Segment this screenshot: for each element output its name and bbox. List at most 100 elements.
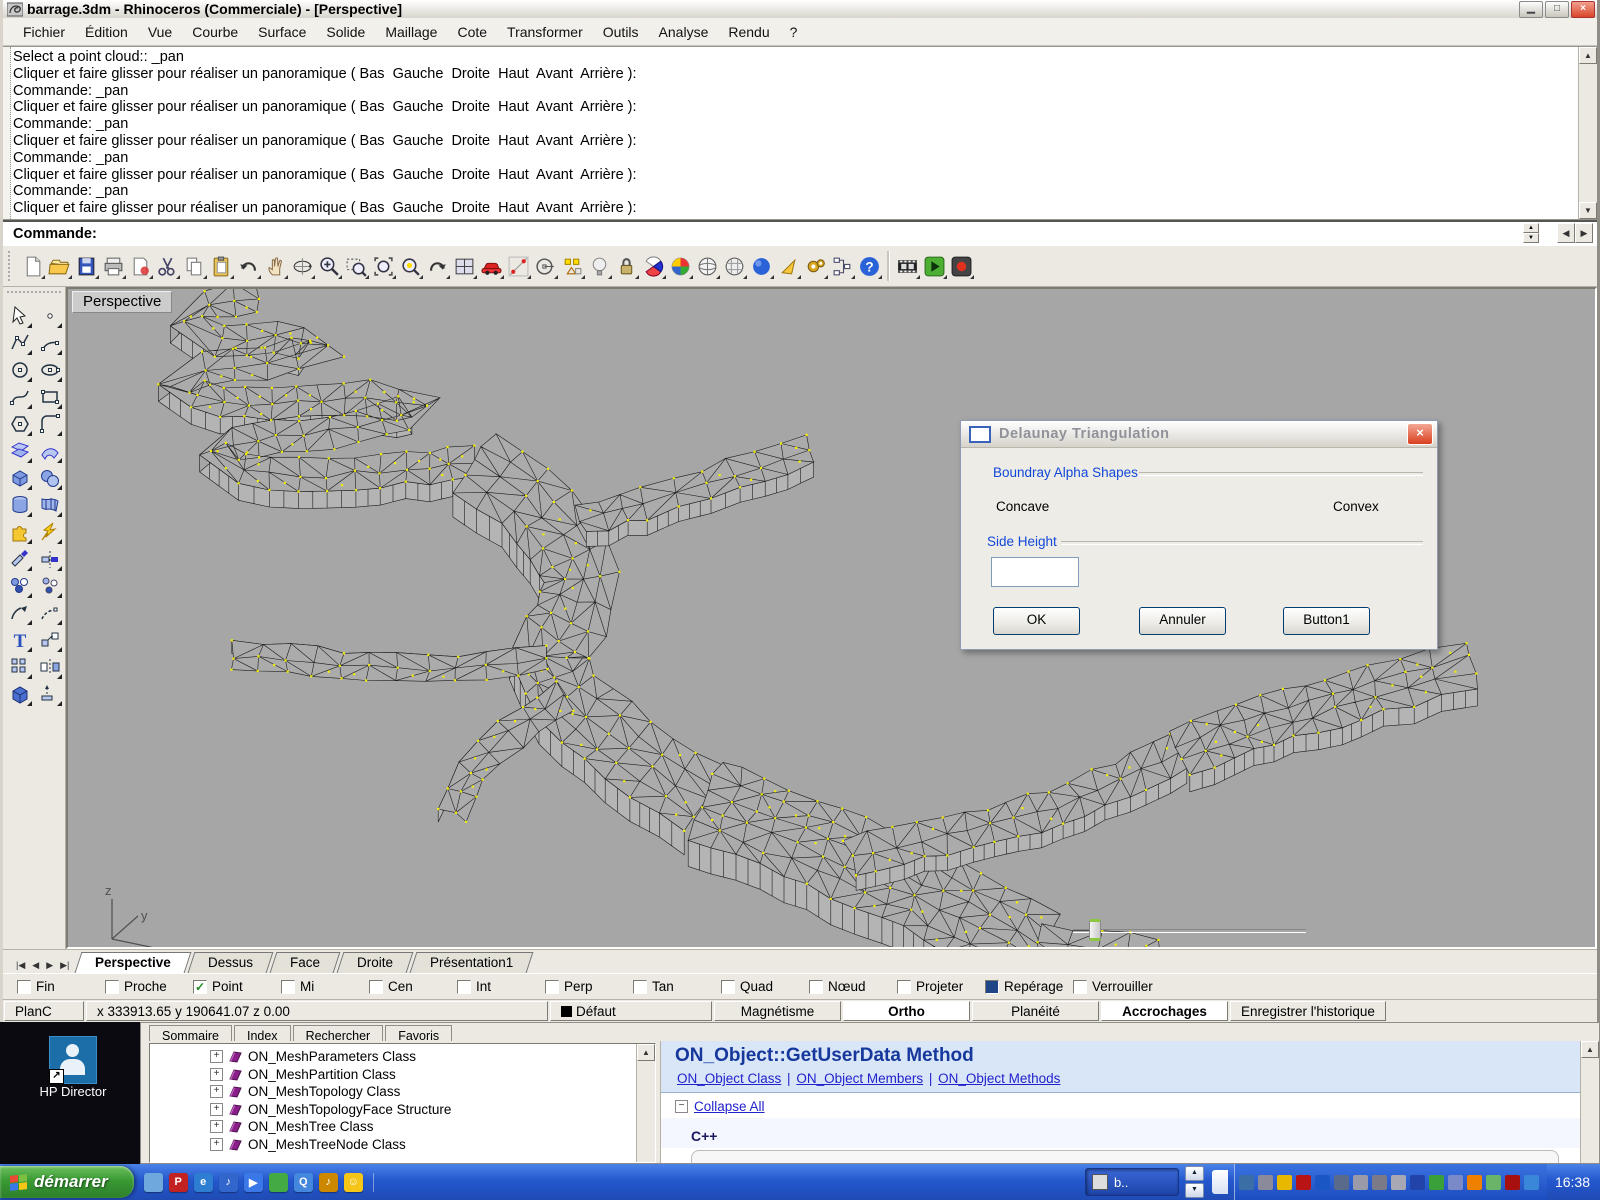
arc-icon[interactable] <box>35 329 62 355</box>
alpha-slider-track[interactable] <box>1073 929 1306 933</box>
menu-rendu[interactable]: Rendu <box>718 21 779 43</box>
checkbox-icon[interactable] <box>721 980 735 994</box>
menu-surface[interactable]: Surface <box>248 21 316 43</box>
record-animation-icon[interactable] <box>948 252 975 280</box>
tree-item[interactable]: +ON_MeshParameters Class <box>210 1048 633 1066</box>
freeform-curve-icon[interactable] <box>5 383 32 409</box>
checkbox-icon[interactable] <box>281 980 295 994</box>
quicktime-tray-icon[interactable] <box>1524 1175 1539 1190</box>
osnap-mi[interactable]: Mi <box>281 979 369 994</box>
pdf-dxf-icon[interactable]: P <box>169 1173 188 1192</box>
viewport-title[interactable]: Perspective <box>72 291 172 313</box>
taskbar-scroll-up-icon[interactable]: ▲ <box>1185 1166 1204 1181</box>
content-scroll-up-icon[interactable]: ▲ <box>1581 1041 1599 1058</box>
view-tab-perspective[interactable]: Perspective <box>75 952 192 973</box>
menu-dition[interactable]: Édition <box>75 21 138 43</box>
tree-item[interactable]: +ON_MeshTopologyFace Structure <box>210 1101 633 1119</box>
expand-icon[interactable]: + <box>210 1120 223 1133</box>
expand-icon[interactable]: + <box>210 1050 223 1063</box>
cone-direction-icon[interactable] <box>775 252 802 280</box>
arc-dashed-icon[interactable] <box>35 599 62 625</box>
alpha-slider-thumb[interactable] <box>1089 919 1101 941</box>
measure-grid-icon[interactable] <box>505 252 532 280</box>
zoom-window-icon[interactable] <box>343 252 370 280</box>
trim-icon[interactable] <box>5 545 32 571</box>
help-tab-favoris[interactable]: Favoris <box>385 1025 452 1041</box>
car-demo-icon[interactable] <box>478 252 505 280</box>
checkbox-icon[interactable] <box>633 980 647 994</box>
tree-item[interactable]: +ON_MeshTopology Class <box>210 1083 633 1101</box>
volume-icon[interactable] <box>1372 1175 1387 1190</box>
checkbox-icon[interactable] <box>897 980 911 994</box>
user-agent-icon[interactable] <box>1239 1175 1254 1190</box>
title-bar[interactable]: barrage.3dm - Rhinoceros (Commerciale) -… <box>3 0 1597 18</box>
help-link-onobjectmembers[interactable]: ON_Object Members <box>796 1071 923 1086</box>
polygon-icon[interactable] <box>5 410 32 436</box>
internet-explorer-icon[interactable]: e <box>194 1173 213 1192</box>
menu-outils[interactable]: Outils <box>593 21 649 43</box>
wireless-keyboard-icon[interactable] <box>1353 1175 1368 1190</box>
view-tab-dessus[interactable]: Dessus <box>188 952 274 973</box>
zoom-extents-icon[interactable] <box>370 252 397 280</box>
checkbox-icon[interactable] <box>545 980 559 994</box>
command-grip[interactable] <box>3 47 11 219</box>
view-tab-face[interactable]: Face <box>270 952 341 973</box>
array-icon[interactable] <box>5 653 32 679</box>
checkbox-icon[interactable] <box>809 980 823 994</box>
app-window-icon[interactable] <box>144 1173 163 1192</box>
scroll-down-icon[interactable]: ▼ <box>1579 202 1597 219</box>
collapse-all-link[interactable]: Collapse All <box>694 1099 765 1114</box>
surface-from-points-icon[interactable] <box>5 437 32 463</box>
circle-icon[interactable] <box>5 356 32 382</box>
bend-surface-icon[interactable] <box>35 437 62 463</box>
hp-director-shortcut[interactable]: ↗ HP Director <box>28 1036 118 1099</box>
split-icon[interactable] <box>35 545 62 571</box>
checkbox-icon[interactable] <box>17 980 31 994</box>
single-point-icon[interactable] <box>35 302 62 328</box>
status-ortho[interactable]: Ortho <box>843 1001 970 1021</box>
point-cloud-icon[interactable] <box>35 572 62 598</box>
checkbox-icon[interactable] <box>369 980 383 994</box>
points-layer-icon[interactable] <box>559 252 586 280</box>
open-file-icon[interactable] <box>46 252 73 280</box>
help-link-onobjectclass[interactable]: ON_Object Class <box>677 1071 781 1086</box>
ati-graphics-icon[interactable] <box>1505 1175 1520 1190</box>
lock-icon[interactable] <box>613 252 640 280</box>
pattern-app-icon[interactable] <box>1448 1175 1463 1190</box>
blend-icon[interactable] <box>5 572 32 598</box>
menu-analyse[interactable]: Analyse <box>649 21 719 43</box>
osnap-fin[interactable]: Fin <box>17 979 105 994</box>
zoom-selected-icon[interactable] <box>397 252 424 280</box>
rotate-view-icon[interactable] <box>289 252 316 280</box>
rectangle-icon[interactable] <box>35 383 62 409</box>
antivirus-shield-icon[interactable] <box>1296 1175 1311 1190</box>
sphere-mapping-icon[interactable] <box>721 252 748 280</box>
menu-fichier[interactable]: Fichier <box>13 21 75 43</box>
animation-filmstrip-icon[interactable] <box>894 252 921 280</box>
object-links-icon[interactable] <box>829 252 856 280</box>
command-history[interactable]: Select a point cloud:: _pan Cliquer et f… <box>3 46 1597 220</box>
text-object-icon[interactable]: T <box>5 626 32 652</box>
side-height-input[interactable] <box>991 557 1079 587</box>
color-wheel-icon[interactable] <box>667 252 694 280</box>
power-scheme-icon[interactable] <box>1429 1175 1444 1190</box>
cut-icon[interactable] <box>154 252 181 280</box>
expand-icon[interactable]: + <box>210 1085 223 1098</box>
minimize-button[interactable]: ▁ <box>1519 1 1543 18</box>
memory-device-icon[interactable] <box>1391 1175 1406 1190</box>
osnap-quad[interactable]: Quad <box>721 979 809 994</box>
status-magntisme[interactable]: Magnétisme <box>714 1001 841 1021</box>
paste-icon[interactable] <box>208 252 235 280</box>
orange-app-icon[interactable] <box>1467 1175 1482 1190</box>
menu-vue[interactable]: Vue <box>138 21 182 43</box>
tray-hide-button[interactable] <box>1212 1170 1228 1194</box>
status-accrochages[interactable]: Accrochages <box>1101 1001 1228 1021</box>
new-file-icon[interactable] <box>19 252 46 280</box>
help-tab-sommaire[interactable]: Sommaire <box>149 1025 232 1041</box>
ok-button[interactable]: OK <box>993 607 1080 635</box>
start-button[interactable]: démarrer <box>0 1166 134 1198</box>
audio-tool-icon[interactable]: ♪ <box>319 1173 338 1192</box>
menu-maillage[interactable]: Maillage <box>375 21 447 43</box>
first-view-icon[interactable]: |◀ <box>13 960 28 971</box>
view-tab-droite[interactable]: Droite <box>337 952 414 973</box>
